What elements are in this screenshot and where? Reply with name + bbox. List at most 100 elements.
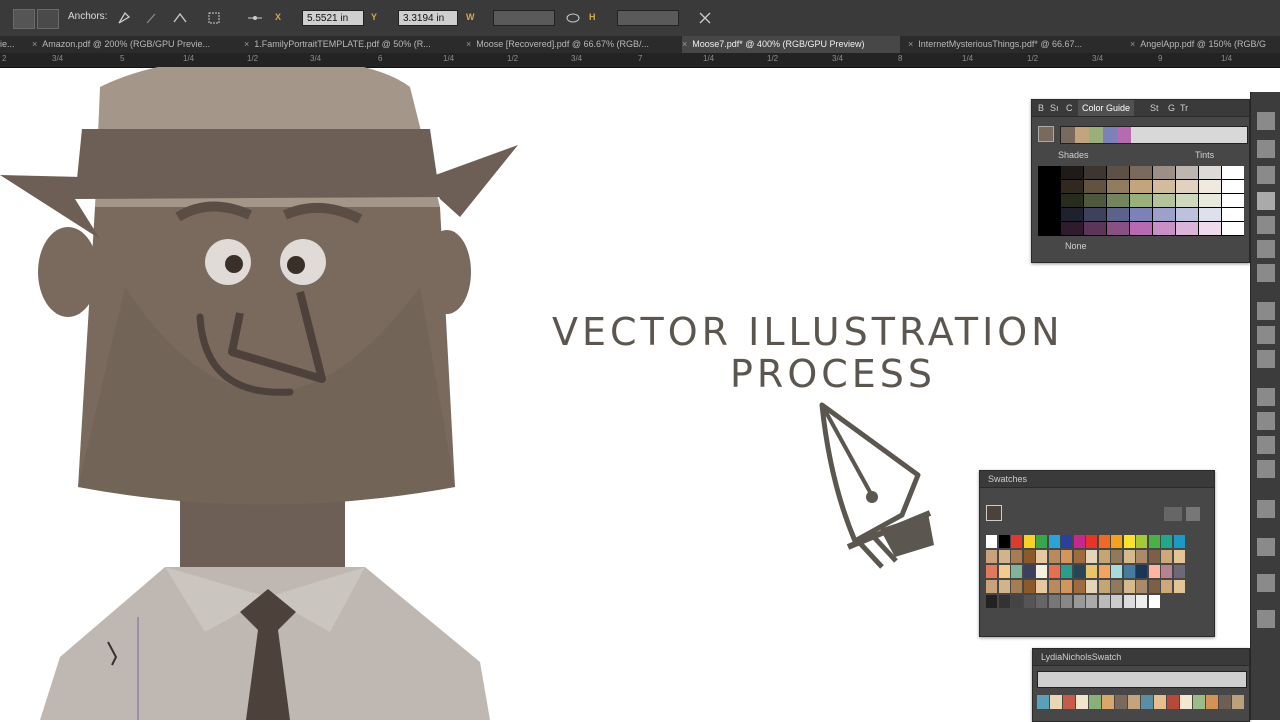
x-coordinate-field[interactable]: 5.5521 in — [302, 10, 364, 26]
swatch-cell[interactable] — [1111, 595, 1122, 608]
links-icon[interactable] — [1257, 538, 1275, 556]
opentype-icon[interactable] — [1257, 412, 1275, 430]
color-guide-cell[interactable] — [1153, 180, 1175, 193]
swatch-cell[interactable] — [1073, 565, 1085, 578]
swatch-cell[interactable] — [1193, 695, 1205, 709]
pen-anchor-icon[interactable] — [115, 9, 133, 27]
swatch-cell[interactable] — [1086, 565, 1097, 578]
color-guide-cell[interactable] — [1222, 208, 1244, 221]
swatch-cell[interactable] — [998, 580, 1010, 593]
lydia-swatch-title[interactable]: LydiaNicholsSwatch — [1037, 649, 1125, 665]
color-guide-cell[interactable] — [1084, 222, 1106, 235]
swatch-cell[interactable] — [1219, 695, 1231, 709]
swatch-cell[interactable] — [1037, 695, 1049, 709]
swatch-cell[interactable] — [1111, 550, 1122, 563]
swatch-cell[interactable] — [986, 535, 997, 548]
swatch-cell[interactable] — [1161, 535, 1172, 548]
color-guide-cell[interactable] — [1061, 208, 1083, 221]
color-guide-cell[interactable] — [1107, 208, 1129, 221]
left-pupil[interactable] — [225, 255, 243, 273]
color-guide-cell[interactable] — [1061, 194, 1083, 207]
color-guide-cell[interactable] — [1130, 222, 1152, 235]
color-guide-cell[interactable] — [1153, 208, 1175, 221]
swatch-cell[interactable] — [998, 550, 1010, 563]
swatch-cell[interactable] — [1023, 580, 1035, 593]
swatch-cell[interactable] — [1023, 595, 1035, 608]
swatch-cell[interactable] — [1011, 550, 1022, 563]
swatch-cell[interactable] — [1123, 595, 1135, 608]
left-ear[interactable] — [38, 227, 98, 317]
panel-tab[interactable]: C — [1062, 100, 1077, 116]
doc-tab[interactable]: × InternetMysteriousThings.pdf* @ 66.67..… — [908, 36, 1122, 53]
fill-swatch[interactable] — [986, 505, 1002, 521]
color-guide-cell[interactable] — [1153, 166, 1175, 179]
swatch-cell[interactable] — [1011, 580, 1022, 593]
swatch-cell[interactable] — [1073, 550, 1085, 563]
color-guide-cell[interactable] — [1130, 166, 1152, 179]
color-guide-cell[interactable] — [1176, 222, 1198, 235]
swatch-cell[interactable] — [1061, 565, 1072, 578]
cut-path-icon[interactable] — [171, 9, 189, 27]
character-icon[interactable] — [1257, 500, 1275, 518]
paragraph-icon[interactable] — [1257, 388, 1275, 406]
color-guide-cell[interactable] — [1107, 180, 1129, 193]
swatch-cell[interactable] — [1098, 565, 1110, 578]
navigator-icon[interactable] — [1257, 610, 1275, 628]
remove-anchor-icon[interactable] — [143, 9, 161, 27]
swatch-cell[interactable] — [1115, 695, 1127, 709]
align-icon[interactable] — [1257, 326, 1275, 344]
swatch-cell[interactable] — [986, 595, 997, 608]
swatch-cell[interactable] — [1167, 695, 1179, 709]
color-guide-cell[interactable] — [1107, 222, 1129, 235]
swatch-cell[interactable] — [1061, 580, 1072, 593]
swatch-cell[interactable] — [1154, 695, 1166, 709]
color-guide-cell[interactable] — [1199, 222, 1221, 235]
swatch-cell[interactable] — [1061, 535, 1072, 548]
swatch-cell[interactable] — [1136, 550, 1147, 563]
swatch-cell[interactable] — [1063, 695, 1075, 709]
swatch-cell[interactable] — [1036, 535, 1047, 548]
swatch-cell[interactable] — [1011, 535, 1022, 548]
base-color-swatch[interactable] — [1038, 126, 1054, 142]
doc-tab[interactable]: × AngelApp.pdf @ 150% (RGB/G — [1130, 36, 1280, 53]
swatch-cell[interactable] — [998, 595, 1010, 608]
y-coordinate-field[interactable]: 3.3194 in — [398, 10, 458, 26]
swatch-cell[interactable] — [1011, 565, 1022, 578]
hat-brim-right[interactable] — [430, 145, 518, 217]
color-guide-cell[interactable] — [1130, 180, 1152, 193]
panel-tab[interactable]: St — [1146, 100, 1163, 116]
swatch-cell[interactable] — [1123, 550, 1135, 563]
swatch-cell[interactable] — [1232, 695, 1244, 709]
appearance-icon[interactable] — [1257, 302, 1275, 320]
color-guide-cell[interactable] — [1038, 208, 1060, 221]
color-guide-cell[interactable] — [1222, 166, 1244, 179]
color-guide-cell[interactable] — [1176, 166, 1198, 179]
swatch-cell[interactable] — [1011, 595, 1022, 608]
color-guide-cell[interactable] — [1038, 194, 1060, 207]
gradient-icon[interactable] — [1257, 240, 1275, 258]
swatch-cell[interactable] — [998, 535, 1010, 548]
swatch-cell[interactable] — [1111, 565, 1122, 578]
color-guide-cell[interactable] — [1199, 194, 1221, 207]
artboards-icon[interactable] — [1257, 460, 1275, 478]
color-guide-cell[interactable] — [1222, 222, 1244, 235]
swatch-cell[interactable] — [1111, 580, 1122, 593]
swatch-cell[interactable] — [1161, 580, 1172, 593]
panel-tab-color-guide[interactable]: Color Guide — [1078, 100, 1135, 116]
color-guide-cell[interactable] — [1084, 166, 1106, 179]
swatch-cell[interactable] — [1048, 595, 1060, 608]
swatch-cell[interactable] — [1123, 565, 1135, 578]
swatch-cell[interactable] — [1148, 580, 1160, 593]
swatch-cell[interactable] — [1098, 580, 1110, 593]
color-guide-cell[interactable] — [1084, 194, 1106, 207]
swatch-cell[interactable] — [986, 550, 997, 563]
color-guide-cell[interactable] — [1061, 222, 1083, 235]
doc-tab[interactable]: × Amazon.pdf @ 200% (RGB/GPU Previe... — [32, 36, 242, 53]
color-guide-cell[interactable] — [1199, 166, 1221, 179]
link-icon[interactable] — [564, 9, 582, 27]
swatch-cell[interactable] — [1136, 580, 1147, 593]
transform-panel-icon[interactable] — [1257, 574, 1275, 592]
color-guide-cell[interactable] — [1107, 166, 1129, 179]
symbols-icon[interactable] — [1257, 140, 1275, 158]
color-guide-cell[interactable] — [1038, 222, 1060, 235]
